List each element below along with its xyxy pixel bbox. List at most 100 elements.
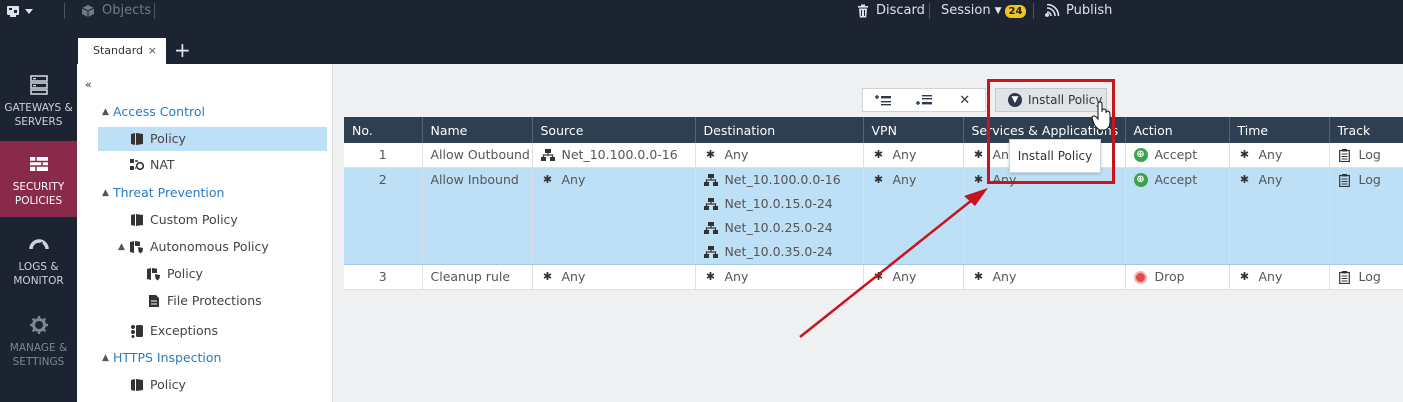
publish-icon <box>1045 4 1060 17</box>
nav-label: GATEWAYS & SERVERS <box>4 102 73 128</box>
source-cell[interactable]: ✱ Any <box>532 264 696 290</box>
publish-label: Publish <box>1066 3 1113 18</box>
rules-table: No. Name Source Destination VPN Services… <box>344 117 1403 290</box>
tree-item-file-protections[interactable]: File Protections <box>146 289 262 313</box>
app-menu-button[interactable] <box>6 0 36 22</box>
table-row[interactable]: 3 Cleanup rule ✱ Any ✱ Any ✱ Any ✱ Any Drop … <box>344 264 1403 290</box>
exceptions-icon <box>129 324 144 338</box>
destination-cell[interactable]: ✱ Any <box>695 143 864 168</box>
destination-cell[interactable]: Net_10.100.0.0-16 Net_10.0.15.0-24 Net_1… <box>695 167 864 265</box>
nav-security-policies[interactable]: SECURITY POLICIES <box>0 141 77 217</box>
network-icon <box>703 173 718 187</box>
tree-item-exceptions[interactable]: Exceptions <box>129 319 218 343</box>
destination-value: Net_10.0.25.0-24 <box>724 220 833 235</box>
nav-manage-settings[interactable]: MANAGE & SETTINGS <box>0 315 77 375</box>
column-header-destination[interactable]: Destination <box>695 117 864 143</box>
tree-label: NAT <box>150 157 175 172</box>
any-icon: ✱ <box>973 148 984 161</box>
column-header-time[interactable]: Time <box>1229 117 1330 143</box>
track-value: Log <box>1358 269 1381 284</box>
destination-value: Net_10.0.35.0-24 <box>724 244 833 259</box>
collapse-panel-icon[interactable]: « <box>85 78 92 91</box>
policy-icon <box>129 378 144 392</box>
track-cell[interactable]: Log <box>1329 167 1403 265</box>
source-cell[interactable]: ✱ Any <box>532 167 696 265</box>
tree-category-threat-prevention[interactable]: ▲ Threat Prevention <box>102 181 224 205</box>
tree-label: Policy <box>150 131 186 146</box>
nav-label: MANAGE & SETTINGS <box>9 342 68 368</box>
tab-standard[interactable]: Standard × <box>78 38 166 64</box>
column-header-action[interactable]: Action <box>1125 117 1230 143</box>
column-header-source[interactable]: Source <box>532 117 696 143</box>
accept-icon: ⊕ <box>1133 148 1148 162</box>
tree-label: Policy <box>150 377 186 392</box>
table-row[interactable]: 2 Allow Inbound ✱ Any Net_10.100.0.0-16 N… <box>344 167 1403 265</box>
objects-button[interactable]: Objects <box>80 0 151 22</box>
expand-arrow-icon[interactable]: ▲ <box>118 235 129 259</box>
column-header-vpn[interactable]: VPN <box>863 117 964 143</box>
tree-item-autonomous-policy[interactable]: ▲ Autonomous Policy <box>118 235 269 259</box>
column-header-no[interactable]: No. <box>344 117 423 143</box>
tree-item-autonomous-sub-policy[interactable]: Policy <box>146 262 203 286</box>
rule-name-cell[interactable]: Allow Outbound <box>422 143 533 168</box>
nav-logs-monitor[interactable]: LOGS & MONITOR <box>0 234 77 294</box>
any-icon: ✱ <box>1239 148 1250 161</box>
any-icon: ✱ <box>542 270 553 283</box>
destination-cell[interactable]: ✱ Any <box>695 264 864 290</box>
column-header-name[interactable]: Name <box>422 117 533 143</box>
policy-icon <box>129 213 144 227</box>
vpn-cell[interactable]: ✱ Any <box>863 143 964 168</box>
close-icon[interactable]: × <box>148 38 157 64</box>
nav-gateways-servers[interactable]: GATEWAYS & SERVERS <box>0 75 77 135</box>
separator <box>64 3 65 19</box>
action-cell[interactable]: ⊕ Accept <box>1125 143 1230 168</box>
tree-category-access-control[interactable]: ▲ Access Control <box>102 100 205 124</box>
any-icon: ✱ <box>873 148 884 161</box>
tree-category-https-inspection[interactable]: ▲ HTTPS Inspection <box>102 346 221 370</box>
add-rule-above-button[interactable] <box>863 89 904 111</box>
rulebase-panel: ✕ ▼ Install Policy No. Name Source Desti… <box>333 64 1403 402</box>
services-cell[interactable]: ✱ Any <box>963 264 1126 290</box>
table-row[interactable]: 1 Allow Outbound Net_10.100.0.0-16 ✱ Any … <box>344 143 1403 168</box>
source-cell[interactable]: Net_10.100.0.0-16 <box>532 143 696 168</box>
expand-arrow-icon[interactable]: ▲ <box>102 181 113 205</box>
time-cell[interactable]: ✱ Any <box>1229 167 1330 265</box>
new-tab-button[interactable]: + <box>174 37 191 63</box>
time-cell[interactable]: ✱ Any <box>1229 143 1330 168</box>
trash-icon <box>858 4 868 18</box>
add-rule-below-button[interactable] <box>904 89 945 111</box>
any-icon: ✱ <box>1239 270 1250 283</box>
log-icon <box>1338 148 1352 162</box>
add-rule-below-icon <box>916 95 932 105</box>
services-cell[interactable]: ✱ Any <box>963 167 1126 265</box>
expand-arrow-icon[interactable]: ▲ <box>102 346 113 370</box>
destination-value: Any <box>724 147 749 162</box>
discard-button[interactable]: Discard <box>856 0 925 22</box>
tree-item-https-policy[interactable]: Policy <box>129 373 186 397</box>
rule-name-cell[interactable]: Cleanup rule <box>422 264 533 290</box>
any-icon: ✱ <box>873 173 884 186</box>
gear-icon <box>29 316 48 334</box>
session-button[interactable]: Session ▼ 24 <box>941 0 1027 22</box>
vpn-cell[interactable]: ✱ Any <box>863 264 964 290</box>
tree-item-access-policy[interactable]: Policy <box>98 127 327 151</box>
any-icon: ✱ <box>973 173 984 186</box>
action-value: Accept <box>1154 172 1198 187</box>
tree-item-custom-policy[interactable]: Custom Policy <box>129 208 238 232</box>
publish-button[interactable]: Publish <box>1045 0 1112 22</box>
track-cell[interactable]: Log <box>1329 143 1403 168</box>
rule-number: 2 <box>378 172 387 187</box>
track-cell[interactable]: Log <box>1329 264 1403 290</box>
rule-name-cell[interactable]: Allow Inbound <box>422 167 533 265</box>
time-cell[interactable]: ✱ Any <box>1229 264 1330 290</box>
vpn-cell[interactable]: ✱ Any <box>863 167 964 265</box>
tree-label: Policy <box>167 266 203 281</box>
expand-arrow-icon[interactable]: ▲ <box>102 100 113 124</box>
action-cell[interactable]: Drop <box>1125 264 1230 290</box>
install-policy-button[interactable]: ▼ Install Policy <box>995 88 1107 112</box>
vpn-value: Any <box>892 269 917 284</box>
column-header-track[interactable]: Track <box>1329 117 1403 143</box>
tree-item-nat[interactable]: NAT <box>129 153 175 177</box>
delete-rule-button[interactable]: ✕ <box>944 89 985 111</box>
action-cell[interactable]: ⊕ Accept <box>1125 167 1230 265</box>
